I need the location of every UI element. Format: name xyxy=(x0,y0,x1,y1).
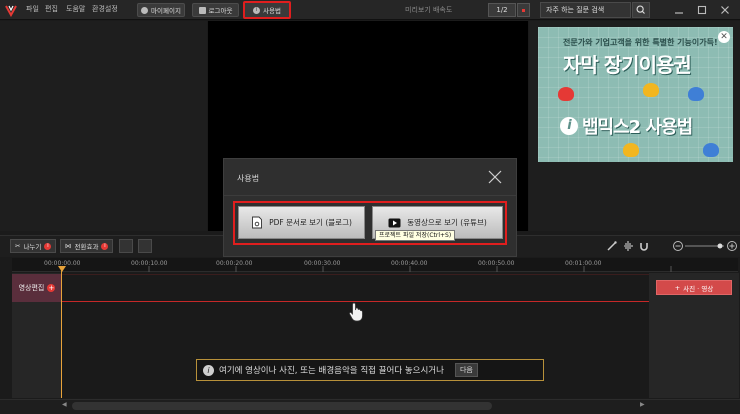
pdf-file-icon xyxy=(252,216,263,229)
close-icon[interactable] xyxy=(488,170,502,184)
plus-icon: + xyxy=(674,283,681,292)
faq-search-input[interactable]: 자주 하는 질문 검색 xyxy=(540,2,631,18)
dialog-title: 사용법 xyxy=(237,174,260,183)
play-icon xyxy=(388,218,401,227)
close-icon[interactable] xyxy=(719,4,731,16)
split-label: 나누기 xyxy=(23,243,42,251)
magic-icon[interactable] xyxy=(606,240,618,252)
pdf-guide-button[interactable]: PDF 문서로 보기 (블로그) xyxy=(238,206,365,239)
menu-edit[interactable]: 편집 xyxy=(45,4,58,14)
mypage-label: 마이페이지 xyxy=(151,7,181,15)
transition-button[interactable]: ⋈ 전환효과 i xyxy=(60,239,114,253)
add-icon[interactable]: + xyxy=(47,284,56,292)
info-icon: i xyxy=(560,117,578,135)
info-icon: i xyxy=(203,364,214,376)
menu-settings[interactable]: 환경설정 xyxy=(92,4,118,14)
info-icon: i xyxy=(44,242,52,250)
video-track-lane[interactable] xyxy=(62,274,649,302)
drop-hint-banner: i 여기에 영상이나 사진, 또는 배경음악을 직접 끌어다 놓으시거나 다음 xyxy=(196,359,544,381)
add-media-button[interactable]: + 사진 · 영상 xyxy=(656,280,732,295)
ad-line3-text: 뱁믹스2 사용법 xyxy=(582,117,693,138)
ruler-ticks xyxy=(61,266,672,272)
transition-label: 전환효과 xyxy=(74,243,99,251)
bird-icon xyxy=(703,143,719,157)
bird-icon xyxy=(558,87,574,101)
info-icon: i xyxy=(253,6,261,14)
crop-icon[interactable] xyxy=(119,239,133,253)
bird-icon xyxy=(623,143,639,157)
preview-rate-select[interactable]: 1/2 xyxy=(488,3,516,17)
snapshot-icon[interactable] xyxy=(138,239,152,253)
logout-button[interactable]: 로그아웃 xyxy=(192,3,239,17)
menu-file[interactable]: 파일 xyxy=(26,4,39,14)
ad-line2: 자막 장기이용권 xyxy=(563,53,692,77)
help-label: 사용법 xyxy=(263,7,281,15)
transition-icon: ⋈ xyxy=(65,242,72,250)
zoom-slider[interactable] xyxy=(672,240,738,252)
logout-label: 로그아웃 xyxy=(208,7,233,15)
magnet-icon[interactable] xyxy=(638,240,650,252)
menu-help[interactable]: 도움말 xyxy=(66,4,85,14)
ad-line1: 전문가와 기업고객을 위한 특별한 기능이가득! xyxy=(563,38,718,47)
track-label: 영상편집 xyxy=(18,284,45,292)
playhead-line xyxy=(61,266,62,398)
track-header-video[interactable]: 영상편집 + xyxy=(12,274,62,302)
hint-text: 여기에 영상이나 사진, 또는 배경음악을 직접 끌어다 놓으시거나 xyxy=(219,366,444,376)
app-logo-icon xyxy=(5,5,17,17)
info-icon: i xyxy=(101,242,109,250)
audio-wave-icon[interactable] xyxy=(622,240,634,252)
pdf-guide-label: PDF 문서로 보기 (블로그) xyxy=(269,218,352,227)
user-icon xyxy=(141,6,149,14)
minimize-icon[interactable] xyxy=(673,4,685,16)
media-panel xyxy=(0,21,207,231)
ad-banner[interactable]: 전문가와 기업고객을 위한 특별한 기능이가득! 자막 장기이용권 i 뱁믹스2… xyxy=(538,27,733,162)
logout-icon xyxy=(198,6,206,14)
add-media-label: 사진 · 영상 xyxy=(683,284,714,293)
scissors-icon: ✂ xyxy=(15,242,21,250)
search-icon[interactable] xyxy=(632,2,650,18)
mypage-button[interactable]: 마이페이지 xyxy=(137,3,185,17)
hint-next-button[interactable]: 다음 xyxy=(454,363,478,377)
maximize-icon[interactable] xyxy=(696,4,708,16)
ad-close-button[interactable]: ✕ xyxy=(718,31,730,43)
video-guide-label: 동영상으로 보기 (유튜브) xyxy=(407,218,487,227)
dialog-divider xyxy=(224,195,516,196)
save-tooltip: 프로젝트 파일 저장(Ctrl+S) xyxy=(375,230,456,241)
preview-rate-dropdown-button[interactable] xyxy=(517,3,530,17)
scroll-right-icon[interactable]: ▶ xyxy=(640,401,645,408)
bird-icon xyxy=(643,83,659,97)
scroll-left-icon[interactable]: ◀ xyxy=(62,401,67,408)
bird-icon xyxy=(688,87,704,101)
help-button[interactable]: i 사용법 xyxy=(243,1,291,19)
timeline-scrollbar-thumb[interactable] xyxy=(72,402,492,410)
ad-line3: i 뱁믹스2 사용법 xyxy=(560,113,693,139)
preview-rate-label: 미리보기 배속도 xyxy=(405,6,453,14)
hand-cursor-icon xyxy=(348,302,363,322)
split-button[interactable]: ✂ 나누기 i xyxy=(10,239,57,253)
